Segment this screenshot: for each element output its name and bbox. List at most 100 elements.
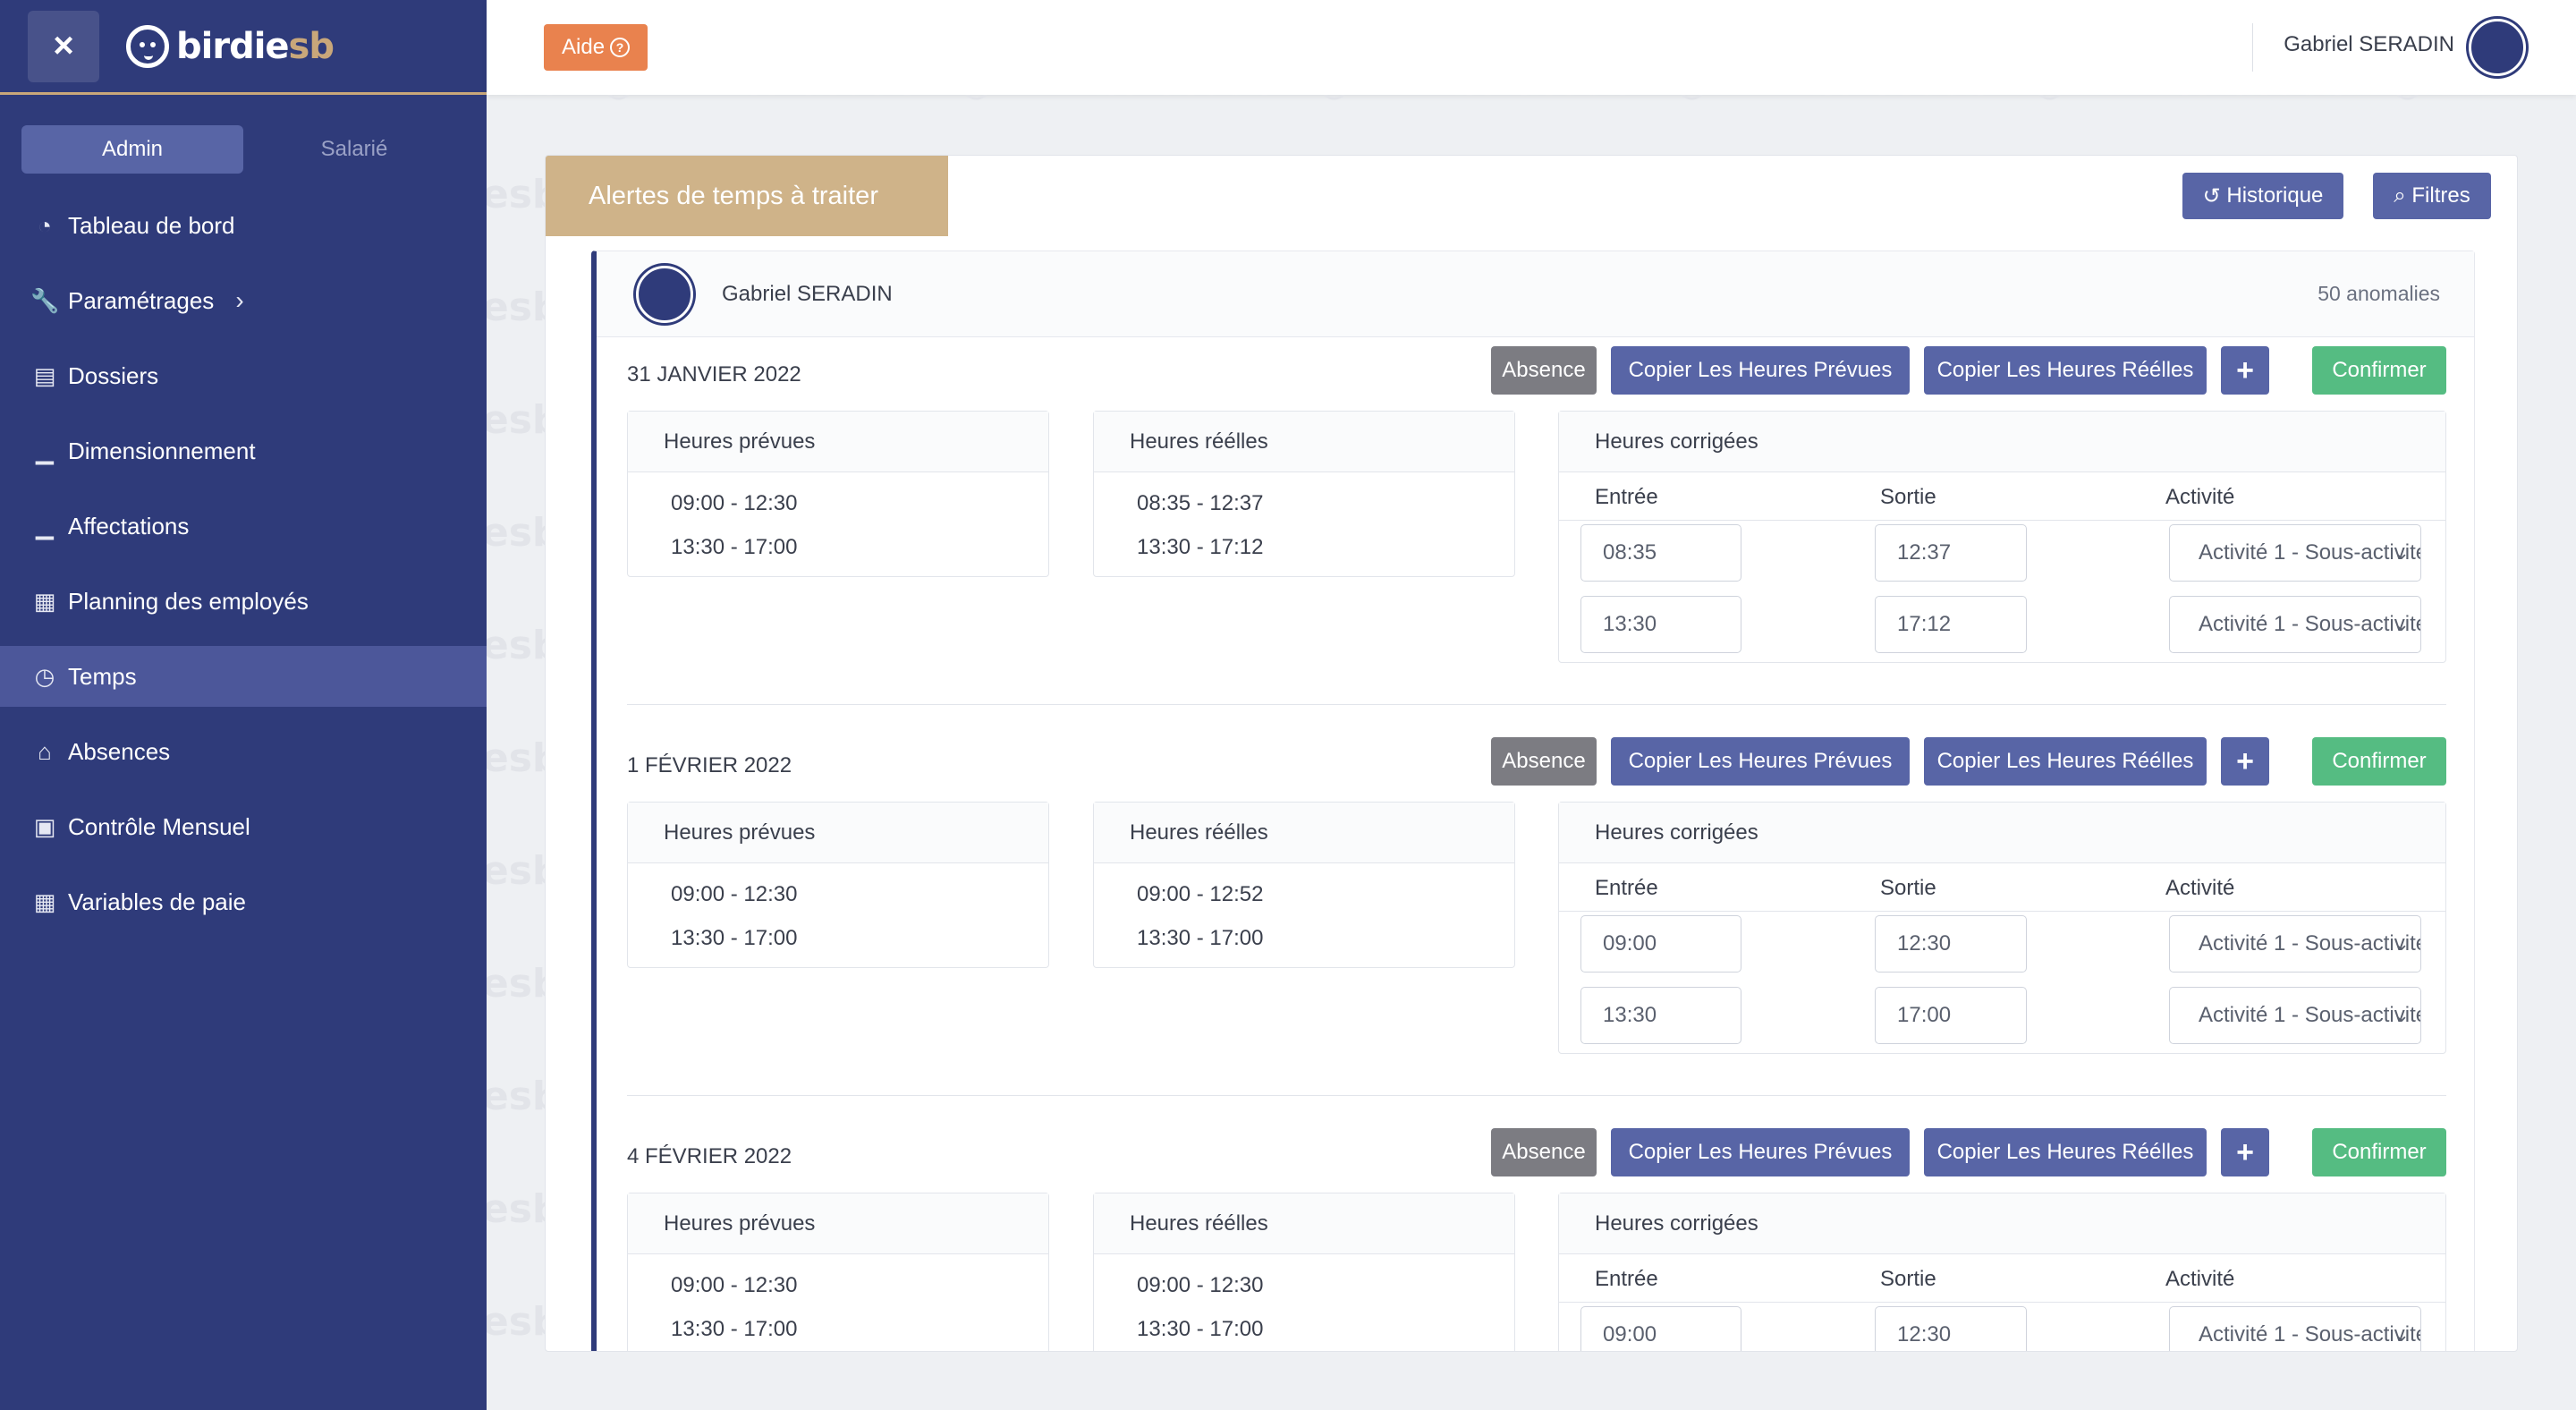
- avatar[interactable]: [2469, 19, 2526, 76]
- corrected-hours-box: Heures corrigées Entrée Sortie Activité …: [1558, 411, 2446, 663]
- absence-button[interactable]: Absence: [1491, 1128, 1597, 1176]
- sidebar-header: × birdiesb: [0, 0, 487, 95]
- sidebar-item-absences[interactable]: ⌂ Absences: [0, 721, 487, 782]
- card-title: Alertes de temps à traiter: [546, 156, 948, 236]
- role-toggle: Admin Salarié: [21, 125, 487, 174]
- time-range: 13:30 - 17:12: [1137, 535, 1264, 559]
- sidebar: × birdiesb Admin Salarié ◔ Tableau de bor…: [0, 0, 487, 1410]
- day-actions: Absence Copier Les Heures Prévues Copier…: [1477, 1128, 2446, 1176]
- day-actions: Absence Copier Les Heures Prévues Copier…: [1477, 737, 2446, 786]
- entree-input[interactable]: 13:30: [1580, 987, 1741, 1044]
- chevron-down-icon: ⌄: [2393, 541, 2410, 564]
- add-row-button[interactable]: +: [2221, 346, 2269, 395]
- activite-select[interactable]: Activité 1 - Sous-activité ⌄: [2169, 987, 2421, 1044]
- sidebar-item-temps[interactable]: ◷ Temps: [0, 646, 487, 707]
- aide-button[interactable]: Aide?: [544, 24, 648, 71]
- divider: [627, 1095, 2446, 1096]
- time-range: 13:30 - 17:00: [1137, 926, 1264, 950]
- close-icon[interactable]: ×: [28, 10, 99, 82]
- time-range: 13:30 - 17:00: [671, 1317, 798, 1341]
- time-range: 09:00 - 12:30: [671, 882, 798, 906]
- sidebar-item-contr-le-mensuel[interactable]: ▣ Contrôle Mensuel: [0, 796, 487, 857]
- entree-input[interactable]: 08:35: [1580, 524, 1741, 582]
- time-range: 09:00 - 12:52: [1137, 882, 1264, 906]
- box-title: Heures réélles: [1094, 1193, 1514, 1254]
- logo-text: birdiesb: [176, 25, 335, 67]
- activite-select[interactable]: Activité 1 - Sous-activité ⌄: [2169, 524, 2421, 582]
- add-row-button[interactable]: +: [2221, 1128, 2269, 1176]
- sidebar-item-dossiers[interactable]: ▤ Dossiers: [0, 345, 487, 406]
- sidebar-item-planning-des-employ-s[interactable]: ▦ Planning des employés: [0, 571, 487, 632]
- sortie-input[interactable]: 12:30: [1875, 915, 2027, 973]
- time-range: 09:00 - 12:30: [671, 1273, 798, 1297]
- sortie-input[interactable]: 12:30: [1875, 1306, 2027, 1351]
- confirm-button[interactable]: Confirmer: [2312, 1128, 2446, 1176]
- sidebar-item-tableau-de-bord[interactable]: ◔ Tableau de bord: [0, 195, 487, 256]
- corrected-hours-box: Heures corrigées Entrée Sortie Activité …: [1558, 802, 2446, 1054]
- absence-button[interactable]: Absence: [1491, 346, 1597, 395]
- sidebar-item-label: Dossiers: [68, 361, 159, 389]
- entree-input[interactable]: 13:30: [1580, 596, 1741, 653]
- sortie-input[interactable]: 17:12: [1875, 596, 2027, 653]
- absence-button[interactable]: Absence: [1491, 737, 1597, 786]
- sortie-input[interactable]: 17:00: [1875, 987, 2027, 1044]
- house-icon: ⌂: [38, 737, 52, 765]
- real-hours-box: Heures réélles 09:00 - 12:52 13:30 - 17:…: [1093, 802, 1515, 968]
- divider: [2252, 23, 2253, 72]
- box-title: Heures prévues: [628, 1193, 1048, 1254]
- box-title: Heures réélles: [1094, 803, 1514, 863]
- col-sortie: Sortie: [1880, 876, 1936, 900]
- dashboard-icon: ◔: [38, 211, 52, 239]
- copy-real-button[interactable]: Copier Les Heures Réélles: [1924, 1128, 2207, 1176]
- day-date: 1 FÉVRIER 2022: [627, 753, 792, 777]
- real-hours-box: Heures réélles 08:35 - 12:37 13:30 - 17:…: [1093, 411, 1515, 577]
- corrected-hours-box: Heures corrigées Entrée Sortie Activité …: [1558, 1193, 2446, 1351]
- box-title: Heures prévues: [628, 412, 1048, 472]
- sidebar-item-label: Affectations: [68, 512, 190, 539]
- sidebar-item-param-trages[interactable]: 🔧 Paramétrages ›: [0, 270, 487, 331]
- toggle-salarie[interactable]: Salarié: [243, 125, 465, 174]
- employee-name: Gabriel SERADIN: [722, 282, 893, 306]
- filtres-button[interactable]: ⌕ Filtres: [2373, 173, 2491, 219]
- chevron-down-icon: ⌄: [2393, 932, 2410, 955]
- question-icon: ?: [610, 38, 631, 57]
- copy-planned-button[interactable]: Copier Les Heures Prévues: [1611, 1128, 1910, 1176]
- planned-hours-box: Heures prévues 09:00 - 12:30 13:30 - 17:…: [627, 802, 1049, 968]
- chevron-right-icon: ›: [235, 286, 244, 314]
- historique-button[interactable]: ↺ Historique: [2182, 173, 2343, 219]
- activite-select[interactable]: Activité 1 - Sous-activité ⌄: [2169, 596, 2421, 653]
- chevron-down-icon: ⌄: [2393, 1323, 2410, 1346]
- sidebar-item-dimensionnement[interactable]: ▁ Dimensionnement: [0, 420, 487, 481]
- add-row-button[interactable]: +: [2221, 737, 2269, 786]
- copy-real-button[interactable]: Copier Les Heures Réélles: [1924, 346, 2207, 395]
- sidebar-nav: ◔ Tableau de bord 🔧 Paramétrages › ▤ Dossiers ▁…: [0, 195, 487, 932]
- area-chart-icon: ▁: [36, 437, 54, 464]
- calendar-icon: ▦: [33, 587, 56, 615]
- time-range: 08:35 - 12:37: [1137, 491, 1264, 515]
- table-icon: ▦: [33, 888, 56, 915]
- copy-planned-button[interactable]: Copier Les Heures Prévues: [1611, 737, 1910, 786]
- alerts-card: Alertes de temps à traiter ↺ Historique …: [545, 155, 2518, 1352]
- sidebar-item-affectations[interactable]: ▁ Affectations: [0, 496, 487, 556]
- entree-input[interactable]: 09:00: [1580, 915, 1741, 973]
- time-range: 09:00 - 12:30: [1137, 1273, 1264, 1297]
- confirm-button[interactable]: Confirmer: [2312, 346, 2446, 395]
- activite-select[interactable]: Activité 1 - Sous-activité ⌄: [2169, 1306, 2421, 1351]
- user-name[interactable]: Gabriel SERADIN: [2284, 32, 2454, 57]
- sortie-input[interactable]: 12:37: [1875, 524, 2027, 582]
- copy-real-button[interactable]: Copier Les Heures Réélles: [1924, 737, 2207, 786]
- copy-planned-button[interactable]: Copier Les Heures Prévues: [1611, 346, 1910, 395]
- activite-select[interactable]: Activité 1 - Sous-activité ⌄: [2169, 915, 2421, 973]
- sidebar-item-variables-de-paie[interactable]: ▦ Variables de paie: [0, 871, 487, 932]
- box-title: Heures corrigées: [1559, 803, 2445, 863]
- col-sortie: Sortie: [1880, 485, 1936, 509]
- toggle-admin[interactable]: Admin: [21, 125, 243, 174]
- watermark-logo: birdiesb ◉: [1453, 95, 1709, 105]
- day-actions: Absence Copier Les Heures Prévues Copier…: [1477, 346, 2446, 395]
- confirm-button[interactable]: Confirmer: [2312, 737, 2446, 786]
- sidebar-item-label: Temps: [68, 662, 137, 690]
- planned-hours-box: Heures prévues 09:00 - 12:30 13:30 - 17:…: [627, 1193, 1049, 1351]
- entree-input[interactable]: 09:00: [1580, 1306, 1741, 1351]
- chevron-down-icon: ⌄: [2393, 1004, 2410, 1026]
- employee-panel: Gabriel SERADIN 50 anomalies 31 JANVIER …: [591, 251, 2475, 1351]
